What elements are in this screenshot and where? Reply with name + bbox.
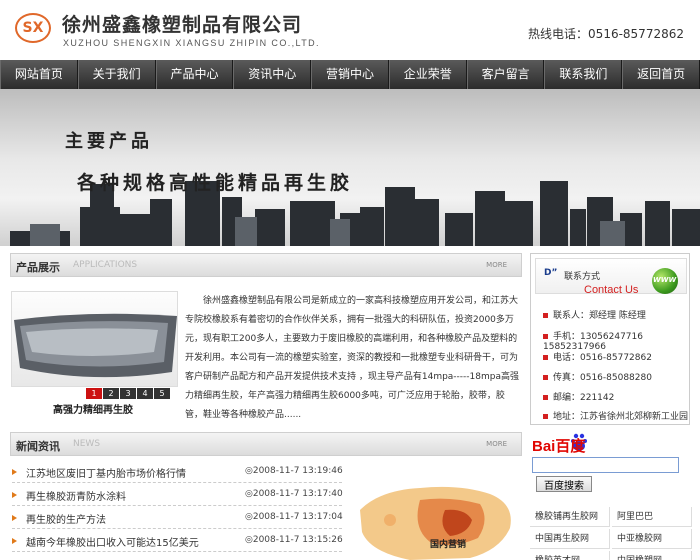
contact-phone: 电话：0516-85772862 <box>553 353 652 363</box>
products-more-link[interactable]: MORE <box>486 261 507 269</box>
contact-fax: 传真：0516-85088280 <box>553 373 652 383</box>
bullet-icon <box>543 313 548 318</box>
pager-button-3[interactable]: 3 <box>120 388 136 399</box>
contact-panel: D” 联系方式 Contact Us WWW 联系人：郑经理 陈经理 手机：13… <box>530 253 690 425</box>
link-item[interactable]: 阿里巴巴 <box>612 507 692 527</box>
rubber-sheet-picture <box>14 313 177 378</box>
contact-postcode-row: 邮编：221142 <box>543 390 614 403</box>
contact-phone-row: 电话：0516-85772862 <box>543 350 652 363</box>
contact-mark: D” <box>544 268 558 278</box>
arrow-bullet-icon <box>12 492 17 498</box>
arrow-bullet-icon <box>12 469 17 475</box>
company-intro: 徐州盛鑫橡塑制品有限公司是新成立的一家高科技橡塑应用开发公司，和江苏大专院校橡胶… <box>185 296 519 420</box>
map-label[interactable]: 国内营销 <box>430 537 466 550</box>
products-subtitle: APPLICATIONS <box>73 260 138 270</box>
news-section-header: 新闻资讯 NEWS MORE <box>10 432 522 456</box>
hotline: 热线电话：0516-85772862 <box>528 27 684 41</box>
company-name-english: XUZHOU SHENGXIN XIANGSU ZHIPIN CO.,LTD. <box>63 38 320 48</box>
nav-news[interactable]: 资讯中心 <box>233 60 312 89</box>
products-section-header: 产品展示 APPLICATIONS MORE <box>10 253 522 277</box>
news-item-title[interactable]: 再生胶的生产方法 <box>26 511 106 526</box>
arrow-bullet-icon <box>12 515 17 521</box>
link-item[interactable]: 橡胶铺再生胶网 <box>530 507 610 527</box>
news-item-title[interactable]: 再生橡胶沥青防水涂料 <box>26 488 126 503</box>
nav-about[interactable]: 关于我们 <box>77 60 156 89</box>
nav-marketing[interactable]: 营销中心 <box>311 60 389 89</box>
main-nav: 网站首页 关于我们 产品中心 资讯中心 营销中心 企业荣誉 客户留言 联系我们 … <box>0 60 700 89</box>
bullet-icon <box>543 395 548 400</box>
product-caption[interactable]: 高强力精细再生胶 <box>53 401 133 416</box>
contact-person: 联系人：郑经理 陈经理 <box>553 311 646 321</box>
arrow-bullet-icon <box>12 538 17 544</box>
news-item-date: ◎2008-11-7 13:17:04 <box>245 512 343 522</box>
contact-fax-row: 传真：0516-85088280 <box>543 370 652 383</box>
banner-slogan: 各种规格高性能精品再生胶 <box>77 172 354 194</box>
baidu-logo-text: Bai百度 <box>532 437 586 455</box>
nav-honors[interactable]: 企业荣誉 <box>388 60 467 89</box>
link-item[interactable]: 中国橡塑网 <box>612 551 692 560</box>
baidu-logo-graphic: Bai百度 <box>532 433 587 455</box>
news-title: 新闻资讯 <box>16 440 60 453</box>
news-item-date: ◎2008-11-7 13:17:40 <box>245 489 343 499</box>
bullet-icon <box>543 414 548 419</box>
site-header: SX 徐州盛鑫橡塑制品有限公司 XUZHOU SHENGXIN XIANGSU … <box>0 0 700 60</box>
pager-button-5[interactable]: 5 <box>154 388 170 399</box>
news-item: 再生胶的生产方法 ◎2008-11-7 13:17:04 <box>12 511 357 526</box>
baidu-logo: Bai百度 <box>532 433 612 455</box>
pager-button-2[interactable]: 2 <box>103 388 119 399</box>
news-item: 越南今年橡胶出口收入可能达15亿美元 ◎2008-11-7 13:15:26 <box>12 534 357 549</box>
contact-us-heading: Contact Us <box>584 284 639 296</box>
news-item-date: ◎2008-11-7 13:15:26 <box>245 535 343 545</box>
contact-person-row: 联系人：郑经理 陈经理 <box>543 308 646 321</box>
nav-products[interactable]: 产品中心 <box>155 60 234 89</box>
pager-button-1[interactable]: 1 <box>86 388 102 399</box>
news-item: 再生橡胶沥青防水涂料 ◎2008-11-7 13:17:40 <box>12 488 357 503</box>
bullet-icon <box>543 375 548 380</box>
nav-contact[interactable]: 联系我们 <box>544 60 623 89</box>
contact-mobile-row: 手机：13056247716 15852317966 <box>543 329 689 352</box>
product-pager: 1 2 3 4 5 <box>86 388 171 399</box>
contact-label: 联系方式 <box>564 272 601 282</box>
divider <box>12 551 342 552</box>
banner-title: 主要产品 <box>65 131 153 152</box>
nav-home[interactable]: 网站首页 <box>0 60 78 89</box>
products-title: 产品展示 <box>16 261 60 274</box>
contact-address-row: 地址：江苏省徐州北郊柳新工业园 <box>543 409 688 422</box>
pager-button-4[interactable]: 4 <box>137 388 153 399</box>
news-subtitle: NEWS <box>73 439 101 449</box>
company-name: 徐州盛鑫橡塑制品有限公司 <box>62 14 303 36</box>
link-item[interactable]: 橡胶英才网 <box>530 551 610 560</box>
company-logo[interactable]: SX <box>15 13 51 43</box>
news-item-date: ◎2008-11-7 13:19:46 <box>245 466 343 476</box>
product-image[interactable] <box>11 291 178 387</box>
link-item[interactable]: 中亚橡胶网 <box>612 529 692 549</box>
contact-mobile: 手机：13056247716 15852317966 <box>543 332 643 352</box>
contact-address: 地址：江苏省徐州北郊柳新工业园 <box>553 412 689 422</box>
news-item-title[interactable]: 越南今年橡胶出口收入可能达15亿美元 <box>26 534 199 549</box>
baidu-search-button[interactable]: 百度搜索 <box>536 476 592 492</box>
contact-postcode: 邮编：221142 <box>553 393 615 403</box>
news-more-link[interactable]: MORE <box>486 440 507 448</box>
divider <box>12 528 342 529</box>
divider <box>12 505 342 506</box>
right-sidebar: D” 联系方式 Contact Us WWW 联系人：郑经理 陈经理 手机：13… <box>530 253 695 560</box>
nav-guestbook[interactable]: 客户留言 <box>466 60 545 89</box>
news-item-title[interactable]: 江苏地区废旧丁基内胎市场价格行情 <box>26 465 186 480</box>
search-input[interactable] <box>532 457 679 473</box>
www-text: WWW <box>653 276 677 284</box>
news-item: 江苏地区废旧丁基内胎市场价格行情 ◎2008-11-7 13:19:46 <box>12 465 357 480</box>
bullet-icon <box>543 355 548 360</box>
contact-header: D” 联系方式 Contact Us WWW <box>535 258 687 296</box>
bullet-icon <box>543 334 548 339</box>
divider <box>12 482 342 483</box>
link-item[interactable]: 中国再生胶网 <box>530 529 610 549</box>
logo-text: SX <box>22 20 44 36</box>
banner: 主要产品 各种规格高性能精品再生胶 <box>0 89 700 246</box>
nav-back-home[interactable]: 返回首页 <box>622 60 700 89</box>
globe-icon: WWW <box>652 268 678 294</box>
